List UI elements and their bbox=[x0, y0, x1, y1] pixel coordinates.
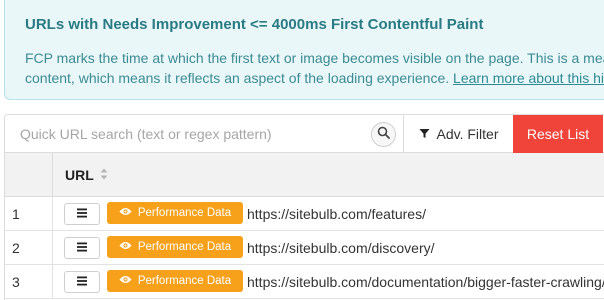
row-index: 1 bbox=[5, 197, 53, 230]
row-menu-button[interactable] bbox=[64, 203, 100, 225]
learn-more-link[interactable]: Learn more about this hint bbox=[453, 70, 604, 86]
row-index: 3 bbox=[5, 265, 53, 298]
search-button[interactable] bbox=[371, 122, 396, 147]
eye-icon bbox=[119, 207, 132, 219]
hint-title: URLs with Needs Improvement <= 4000ms Fi… bbox=[25, 16, 484, 33]
index-header-cell bbox=[5, 153, 53, 196]
performance-data-button[interactable]: Performance Data bbox=[107, 202, 243, 224]
eye-icon bbox=[119, 241, 132, 253]
url-list-panel: Adv. Filter Reset List URL 1 Performance… bbox=[4, 114, 604, 300]
performance-data-label: Performance Data bbox=[137, 275, 232, 287]
hint-box: URLs with Needs Improvement <= 4000ms Fi… bbox=[4, 0, 604, 100]
hint-text-line1: FCP marks the time at which the first te… bbox=[25, 50, 604, 66]
url-cell[interactable]: https://sitebulb.com/documentation/bigge… bbox=[247, 265, 604, 299]
search-icon bbox=[377, 126, 390, 144]
hamburger-icon bbox=[76, 239, 88, 257]
filter-icon bbox=[419, 126, 430, 142]
hamburger-icon bbox=[76, 205, 88, 223]
hamburger-icon bbox=[76, 273, 88, 291]
url-cell[interactable]: https://sitebulb.com/discovery/ bbox=[247, 231, 435, 265]
performance-data-label: Performance Data bbox=[137, 207, 232, 219]
row-menu-button[interactable] bbox=[64, 237, 100, 259]
performance-data-label: Performance Data bbox=[137, 241, 232, 253]
url-table: URL 1 Performance Data https://sitebulb.… bbox=[5, 153, 604, 299]
adv-filter-label: Adv. Filter bbox=[436, 126, 499, 142]
adv-filter-button[interactable]: Adv. Filter bbox=[404, 115, 513, 153]
table-row: 2 Performance Data https://sitebulb.com/… bbox=[5, 231, 604, 265]
performance-data-button[interactable]: Performance Data bbox=[107, 270, 243, 292]
url-header-label: URL bbox=[65, 167, 94, 183]
sort-icon[interactable] bbox=[100, 167, 108, 183]
reset-list-button[interactable]: Reset List bbox=[513, 115, 603, 153]
table-row: 1 Performance Data https://sitebulb.com/… bbox=[5, 197, 604, 231]
hint-description: FCP marks the time at which the first te… bbox=[25, 48, 604, 88]
table-row: 3 Performance Data https://sitebulb.com/… bbox=[5, 265, 604, 299]
url-cell[interactable]: https://sitebulb.com/features/ bbox=[247, 197, 426, 231]
eye-icon bbox=[119, 275, 132, 287]
hint-text-line2: content, which means it reflects an aspe… bbox=[25, 68, 604, 88]
url-column-header[interactable]: URL bbox=[65, 153, 108, 197]
table-header-row: URL bbox=[5, 153, 604, 197]
hint-text-line2-body: content, which means it reflects an aspe… bbox=[25, 70, 454, 86]
performance-data-button[interactable]: Performance Data bbox=[107, 236, 243, 258]
toolbar: Adv. Filter Reset List bbox=[5, 115, 604, 153]
row-index: 2 bbox=[5, 231, 53, 264]
row-menu-button[interactable] bbox=[64, 271, 100, 293]
search-input[interactable] bbox=[5, 115, 369, 152]
